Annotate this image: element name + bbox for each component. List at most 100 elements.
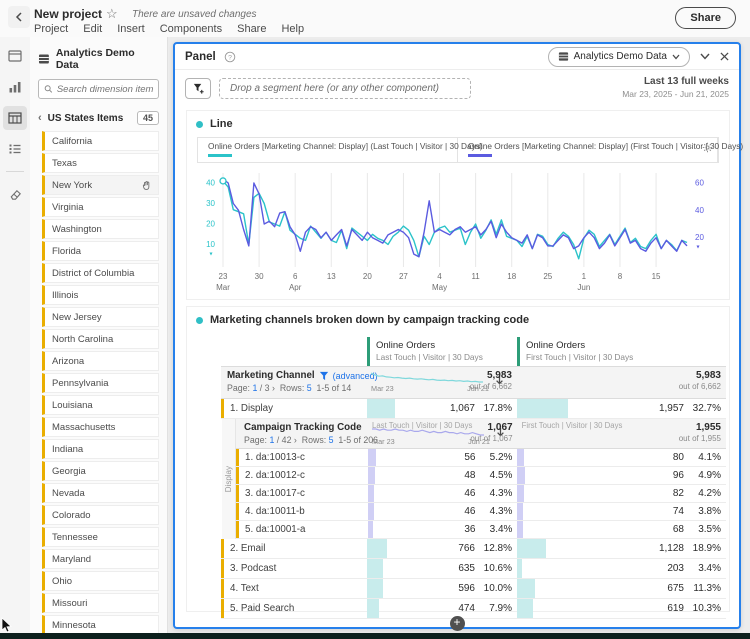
metric-cell[interactable]: 804.1% <box>517 449 726 466</box>
dimension-item-california[interactable]: California <box>42 131 159 151</box>
panels-icon[interactable] <box>3 44 27 68</box>
dimension-search[interactable] <box>38 79 159 99</box>
dimension-item-virginia[interactable]: Virginia <box>42 197 159 217</box>
metric-cell[interactable]: 743.8% <box>517 503 726 520</box>
row-label[interactable]: 4. da:10011-b <box>236 503 368 520</box>
segment-filter-button[interactable] <box>185 78 211 99</box>
dimension-item-louisiana[interactable]: Louisiana <box>42 395 159 415</box>
metric-column-header[interactable]: Online OrdersLast Touch | Visitor | 30 D… <box>367 337 517 366</box>
panel-dataset-dropdown[interactable]: Analytics Demo Data <box>548 47 690 67</box>
table-row-da-10011-b[interactable]: 4. da:10011-b464.3%743.8% <box>236 503 726 521</box>
metric-cell[interactable]: 464.3% <box>368 503 518 520</box>
date-range-picker[interactable]: Last 13 full weeks Mar 23, 2025 - Jun 21… <box>622 76 729 99</box>
dimension-item-north-carolina[interactable]: North Carolina <box>42 329 159 349</box>
dimension-item-illinois[interactable]: Illinois <box>42 285 159 305</box>
metric-cell[interactable]: 59610.0% <box>367 579 517 598</box>
metric-cell[interactable]: 363.4% <box>368 521 518 538</box>
back-button[interactable] <box>8 6 30 28</box>
pagination-controls[interactable]: Page: 1 / 3 › Rows: 5 1-5 of 14 <box>227 383 367 393</box>
metric-cell[interactable]: 824.2% <box>517 485 726 502</box>
dimension-item-maryland[interactable]: Maryland <box>42 549 159 569</box>
collapse-back-icon[interactable]: ‹ <box>38 112 42 124</box>
pagination-controls[interactable]: Page: 1 / 42 › Rows: 5 1-5 of 206 <box>244 435 368 445</box>
dimension-item-colorado[interactable]: Colorado <box>42 505 159 525</box>
dimension-item-florida[interactable]: Florida <box>42 241 159 261</box>
table-row-text[interactable]: 4. Text59610.0%67511.3% <box>221 579 726 599</box>
row-label[interactable]: 5. da:10001-a <box>236 521 368 538</box>
dimension-item-pennsylvania[interactable]: Pennsylvania <box>42 373 159 393</box>
table-row-podcast[interactable]: 3. Podcast63510.6%2033.4% <box>221 559 726 579</box>
favorite-star-icon[interactable]: ☆ <box>106 6 118 22</box>
metric-cell[interactable]: 67511.3% <box>517 579 726 598</box>
share-button[interactable]: Share <box>675 7 736 29</box>
table-row-da-10013-c[interactable]: 1. da:10013-c565.2%804.1% <box>236 449 726 467</box>
metric-cell[interactable]: 63510.6% <box>367 559 517 578</box>
row-label[interactable]: 3. da:10017-c <box>236 485 368 502</box>
dimension-item-arizona[interactable]: Arizona <box>42 351 159 371</box>
table-row-da-10017-c[interactable]: 3. da:10017-c464.3%824.2% <box>236 485 726 503</box>
metric-cell[interactable]: 484.5% <box>368 467 518 484</box>
metric-cell[interactable]: 1,12818.9% <box>517 539 726 558</box>
dimension-item-new-jersey[interactable]: New Jersey <box>42 307 159 327</box>
gear-icon[interactable] <box>702 142 713 153</box>
filter-funnel-icon[interactable] <box>319 371 329 381</box>
dimension-item-label: Florida <box>52 246 81 257</box>
dimension-item-indiana[interactable]: Indiana <box>42 439 159 459</box>
menu-help[interactable]: Help <box>281 23 304 35</box>
menu-edit[interactable]: Edit <box>83 23 102 35</box>
metric-cell[interactable]: 76612.8% <box>367 539 517 558</box>
metric-cell[interactable]: 2033.4% <box>517 559 726 578</box>
metric-cell[interactable]: 464.3% <box>368 485 518 502</box>
close-panel-icon[interactable] <box>720 52 729 61</box>
table-row-email[interactable]: 2. Email76612.8%1,12818.9% <box>221 539 726 559</box>
line-chart[interactable]: 23Mar306Apr1320274May1118251Jun815102030… <box>197 167 721 295</box>
dimension-item-new-york[interactable]: New York <box>42 175 159 195</box>
visualizations-icon[interactable] <box>3 75 27 99</box>
chevron-down-icon <box>672 54 680 60</box>
table-row-da-10001-a[interactable]: 5. da:10001-a363.4%683.5% <box>236 521 726 539</box>
components-icon[interactable] <box>3 137 27 161</box>
row-label[interactable]: 4. Text <box>221 579 367 598</box>
dimension-item-ohio[interactable]: Ohio <box>42 571 159 591</box>
dimension-item-district-of-columbia[interactable]: District of Columbia <box>42 263 159 283</box>
table-row-display[interactable]: 1. Display1,06717.8%1,95732.7% <box>221 399 726 419</box>
dimension-item-washington[interactable]: Washington <box>42 219 159 239</box>
dataset-header[interactable]: Analytics Demo Data <box>30 37 167 79</box>
row-label[interactable]: 1. Display <box>221 399 367 418</box>
segment-drop-zone[interactable]: Drop a segment here (or any other compon… <box>219 78 471 99</box>
dimension-name[interactable]: Marketing Channel <box>227 370 315 381</box>
dimension-item-label: Maryland <box>52 554 91 565</box>
dimension-item-missouri[interactable]: Missouri <box>42 593 159 613</box>
dimension-item-minnesota[interactable]: Minnesota <box>42 615 159 635</box>
menu-insert[interactable]: Insert <box>117 23 145 35</box>
legend-item-last-touch[interactable]: Online Orders [Marketing Channel: Displa… <box>198 138 458 162</box>
dimension-item-georgia[interactable]: Georgia <box>42 461 159 481</box>
add-visualization-button[interactable]: + <box>450 616 465 631</box>
tables-icon[interactable] <box>3 106 27 130</box>
metric-cell[interactable]: 683.5% <box>517 521 726 538</box>
metric-cell[interactable]: 964.9% <box>517 467 726 484</box>
row-label[interactable]: 3. Podcast <box>221 559 367 578</box>
metric-cell[interactable]: 1,95732.7% <box>517 399 726 418</box>
dimension-item-nevada[interactable]: Nevada <box>42 483 159 503</box>
dimension-item-massachusetts[interactable]: Massachusetts <box>42 417 159 437</box>
row-label[interactable]: 2. Email <box>221 539 367 558</box>
metric-cell[interactable]: 565.2% <box>368 449 518 466</box>
search-input[interactable] <box>57 84 153 95</box>
dimension-item-tennessee[interactable]: Tennessee <box>42 527 159 547</box>
row-label[interactable]: 1. da:10013-c <box>236 449 368 466</box>
annotations-icon[interactable] <box>3 182 27 206</box>
menu-share[interactable]: Share <box>237 23 266 35</box>
row-label[interactable]: 2. da:10012-c <box>236 467 368 484</box>
metric-column-header[interactable]: Online OrdersFirst Touch | Visitor | 30 … <box>517 337 726 366</box>
metric-cell[interactable]: 1,06717.8% <box>367 399 517 418</box>
menu-components[interactable]: Components <box>160 23 222 35</box>
legend-item-first-touch[interactable]: Online Orders [Marketing Channel: Displa… <box>458 138 718 162</box>
nested-dimension-name[interactable]: Campaign Tracking Code <box>244 422 362 433</box>
help-icon[interactable]: ? <box>224 51 236 63</box>
value-bar <box>517 579 535 598</box>
dimension-item-texas[interactable]: Texas <box>42 153 159 173</box>
table-row-da-10012-c[interactable]: 2. da:10012-c484.5%964.9% <box>236 467 726 485</box>
menu-project[interactable]: Project <box>34 23 68 35</box>
collapse-panel-icon[interactable] <box>700 53 710 60</box>
